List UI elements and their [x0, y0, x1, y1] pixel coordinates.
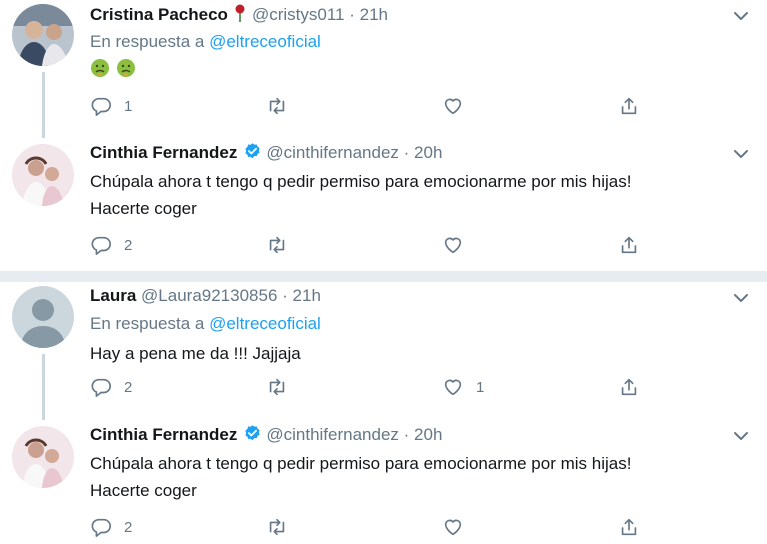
tweet-text-line: Chúpala ahora t tengo q pedir permiso pa… [90, 172, 632, 191]
tweet-actions: 2 [90, 516, 650, 542]
nauseated-face-emoji [116, 58, 136, 78]
reply-count: 2 [124, 518, 133, 536]
reply-context: En respuesta a @eltreceoficial [90, 32, 321, 52]
tweet[interactable]: Cinthia Fernandez @cinthifernandez · 20h … [0, 138, 767, 271]
reply-button[interactable]: 2 [90, 516, 132, 538]
retweet-icon [266, 95, 288, 117]
tweet-text-line: Hacerte coger [90, 199, 197, 218]
display-name[interactable]: Laura [90, 286, 136, 305]
chevron-down-icon[interactable] [733, 148, 749, 160]
tweet-text-line: Chúpala ahora t tengo q pedir permiso pa… [90, 454, 632, 473]
thread-connector [42, 354, 45, 420]
share-button[interactable] [618, 95, 640, 117]
reply-button[interactable]: 2 [90, 376, 132, 398]
like-button[interactable] [442, 516, 464, 538]
reply-button[interactable]: 1 [90, 95, 132, 117]
retweet-icon [266, 376, 288, 398]
reply-button[interactable]: 2 [90, 234, 132, 256]
share-button[interactable] [618, 376, 640, 398]
tweet[interactable]: Cinthia Fernandez @cinthifernandez · 20h … [0, 420, 767, 544]
reply-context: En respuesta a @eltreceoficial [90, 314, 321, 334]
display-name[interactable]: Cinthia Fernandez [90, 425, 237, 444]
timestamp[interactable]: 20h [414, 425, 442, 444]
reply-icon [90, 95, 112, 117]
like-icon [442, 516, 464, 538]
avatar[interactable] [12, 286, 74, 348]
like-icon [442, 95, 464, 117]
reply-icon [90, 376, 112, 398]
user-handle[interactable]: @cinthifernandez [266, 143, 399, 162]
like-button[interactable]: 1 [442, 376, 484, 398]
tweet-header: Laura @Laura92130856 · 21h [90, 286, 321, 305]
reply-prefix: En respuesta a [90, 314, 205, 333]
like-icon [442, 376, 464, 398]
reply-icon [90, 516, 112, 538]
reply-prefix: En respuesta a [90, 32, 205, 51]
avatar[interactable] [12, 4, 74, 66]
retweet-icon [266, 234, 288, 256]
nauseated-face-emoji [90, 58, 110, 78]
timestamp[interactable]: 21h [360, 5, 388, 24]
reply-count: 2 [124, 236, 133, 254]
user-handle[interactable]: @cinthifernandez [266, 425, 399, 444]
tweet-text-line: Hacerte coger [90, 481, 197, 500]
thread-connector [42, 72, 45, 138]
reply-count: 1 [124, 97, 133, 115]
chevron-down-icon[interactable] [733, 292, 749, 304]
share-button[interactable] [618, 234, 640, 256]
tweet-actions: 1 [90, 95, 650, 121]
reply-icon [90, 234, 112, 256]
avatar[interactable] [12, 426, 74, 488]
retweet-button[interactable] [266, 234, 288, 256]
tweet-feed: Cristina Pacheco @cristys011 · 21h En res… [0, 0, 767, 544]
verified-badge-icon [243, 142, 262, 161]
share-icon [618, 95, 640, 117]
tweet-header: Cinthia Fernandez @cinthifernandez · 20h [90, 424, 443, 444]
tweet-text: Chúpala ahora t tengo q pedir permiso pa… [90, 170, 750, 220]
mention-link[interactable]: @eltreceoficial [209, 32, 321, 51]
share-icon [618, 516, 640, 538]
retweet-button[interactable] [266, 516, 288, 538]
tweet-text: Hay a pena me da !!! Jajjaja [90, 344, 301, 363]
tweet-header: Cinthia Fernandez @cinthifernandez · 20h [90, 142, 443, 162]
like-icon [442, 234, 464, 256]
mention-link[interactable]: @eltreceoficial [209, 314, 321, 333]
like-count: 1 [476, 378, 485, 396]
share-icon [618, 376, 640, 398]
tweet-actions: 2 1 [90, 376, 650, 402]
tweet-text: Chúpala ahora t tengo q pedir permiso pa… [90, 452, 750, 502]
display-name[interactable]: Cinthia Fernandez [90, 143, 237, 162]
tweet[interactable]: Cristina Pacheco @cristys011 · 21h En res… [0, 0, 767, 138]
conversation-divider [0, 271, 767, 282]
like-button[interactable] [442, 95, 464, 117]
chevron-down-icon[interactable] [733, 430, 749, 442]
retweet-button[interactable] [266, 95, 288, 117]
display-name[interactable]: Cristina Pacheco [90, 5, 228, 24]
user-handle[interactable]: @cristys011 [252, 5, 345, 24]
chevron-down-icon[interactable] [733, 10, 749, 22]
tweet-text [90, 58, 750, 84]
retweet-button[interactable] [266, 376, 288, 398]
user-handle[interactable]: @Laura92130856 [141, 286, 277, 305]
timestamp[interactable]: 21h [293, 286, 321, 305]
reply-count: 2 [124, 378, 133, 396]
share-icon [618, 234, 640, 256]
like-button[interactable] [442, 234, 464, 256]
tweet-actions: 2 [90, 234, 650, 260]
verified-badge-icon [243, 424, 262, 443]
timestamp[interactable]: 20h [414, 143, 442, 162]
avatar[interactable] [12, 144, 74, 206]
retweet-icon [266, 516, 288, 538]
tweet[interactable]: Laura @Laura92130856 · 21h En respuesta … [0, 282, 767, 420]
share-button[interactable] [618, 516, 640, 538]
tweet-header: Cristina Pacheco @cristys011 · 21h [90, 4, 388, 24]
rose-icon [235, 4, 245, 22]
